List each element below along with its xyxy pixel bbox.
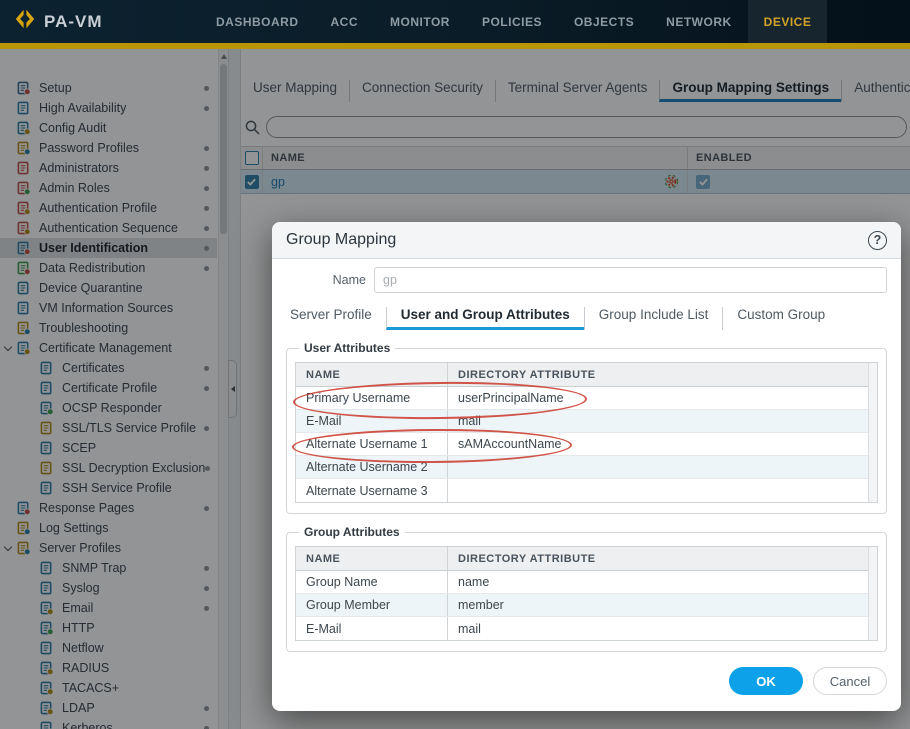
nav-network[interactable]: NETWORK [650,0,748,43]
name-input[interactable] [374,267,887,293]
attr-directory-attribute: name [448,571,868,593]
user-attributes-table: NAME DIRECTORY ATTRIBUTE Primary Usernam… [295,362,878,503]
ok-button[interactable]: OK [729,667,803,695]
nav-dashboard[interactable]: DASHBOARD [200,0,315,43]
main-nav: DASHBOARDACCMONITORPOLICIESOBJECTSNETWOR… [200,0,827,43]
group-attributes-fieldset: Group Attributes NAME DIRECTORY ATTRIBUT… [286,525,887,652]
attr-row-e-mail: E-Mailmail [296,410,868,433]
attr-directory-attribute [448,479,868,502]
attr-directory-attribute: mail [448,617,868,640]
group-attributes-header: NAME DIRECTORY ATTRIBUTE [296,547,868,571]
nav-device[interactable]: DEVICE [748,0,828,43]
dialog-tab-group-include-list[interactable]: Group Include List [584,307,723,330]
group-attributes-legend: Group Attributes [299,525,405,539]
top-nav-bar: PA-VM DASHBOARDACCMONITORPOLICIESOBJECTS… [0,0,910,43]
palo-alto-logo-icon [13,7,37,36]
dialog-titlebar: Group Mapping ? [272,222,901,259]
dialog-tab-user-and-group-attributes[interactable]: User and Group Attributes [386,307,584,330]
nav-monitor[interactable]: MONITOR [374,0,466,43]
table-scrollbar-track[interactable] [868,547,877,640]
attr-name: Alternate Username 1 [296,433,448,455]
attr-name: E-Mail [296,410,448,432]
group-attributes-rows: Group NamenameGroup MembermemberE-Mailma… [296,571,868,640]
attr-row-group-name: Group Namename [296,571,868,594]
attr-directory-attribute: member [448,594,868,616]
nav-policies[interactable]: POLICIES [466,0,558,43]
attr-row-group-member: Group Membermember [296,594,868,617]
attr-name: Group Name [296,571,448,593]
dialog-title: Group Mapping [286,231,396,249]
group-attributes-table: NAME DIRECTORY ATTRIBUTE Group NamenameG… [295,546,878,641]
logo: PA-VM [0,0,200,43]
app-title: PA-VM [44,12,103,32]
attr-row-primary-username: Primary UsernameuserPrincipalName [296,387,868,410]
attr-directory-attribute [448,456,868,478]
attr-directory-attribute: sAMAccountName [448,433,868,455]
attr-row-alternate-username-1: Alternate Username 1sAMAccountName [296,433,868,456]
nav-objects[interactable]: OBJECTS [558,0,650,43]
attr-name: Alternate Username 3 [296,479,448,502]
attr-directory-attribute: userPrincipalName [448,387,868,409]
attr-name: Primary Username [296,387,448,409]
table-scrollbar-track[interactable] [868,363,877,502]
nav-acc[interactable]: ACC [315,0,375,43]
dialog-tab-custom-group[interactable]: Custom Group [722,307,839,330]
attr-row-e-mail: E-Mailmail [296,617,868,640]
attr-row-alternate-username-3: Alternate Username 3 [296,479,868,502]
help-icon[interactable]: ? [868,231,887,250]
attr-name: Alternate Username 2 [296,456,448,478]
attr-name: Group Member [296,594,448,616]
dialog-body: Name Server ProfileUser and Group Attrib… [272,259,901,652]
attr-name: E-Mail [296,617,448,640]
dialog-tab-bar: Server ProfileUser and Group AttributesG… [286,307,887,330]
dialog-tab-server-profile[interactable]: Server Profile [286,307,386,330]
user-attributes-legend: User Attributes [299,341,395,355]
group-mapping-dialog: Group Mapping ? Name Server ProfileUser … [272,222,901,711]
user-attributes-fieldset: User Attributes NAME DIRECTORY ATTRIBUTE… [286,341,887,514]
attr-directory-attribute: mail [448,410,868,432]
name-field-row: Name [286,267,887,293]
attr-row-alternate-username-2: Alternate Username 2 [296,456,868,479]
user-attributes-header: NAME DIRECTORY ATTRIBUTE [296,363,868,387]
dialog-footer: OK Cancel [272,652,901,711]
cancel-button[interactable]: Cancel [813,667,887,695]
user-attributes-rows: Primary UsernameuserPrincipalNameE-Mailm… [296,387,868,502]
name-label: Name [286,267,366,293]
